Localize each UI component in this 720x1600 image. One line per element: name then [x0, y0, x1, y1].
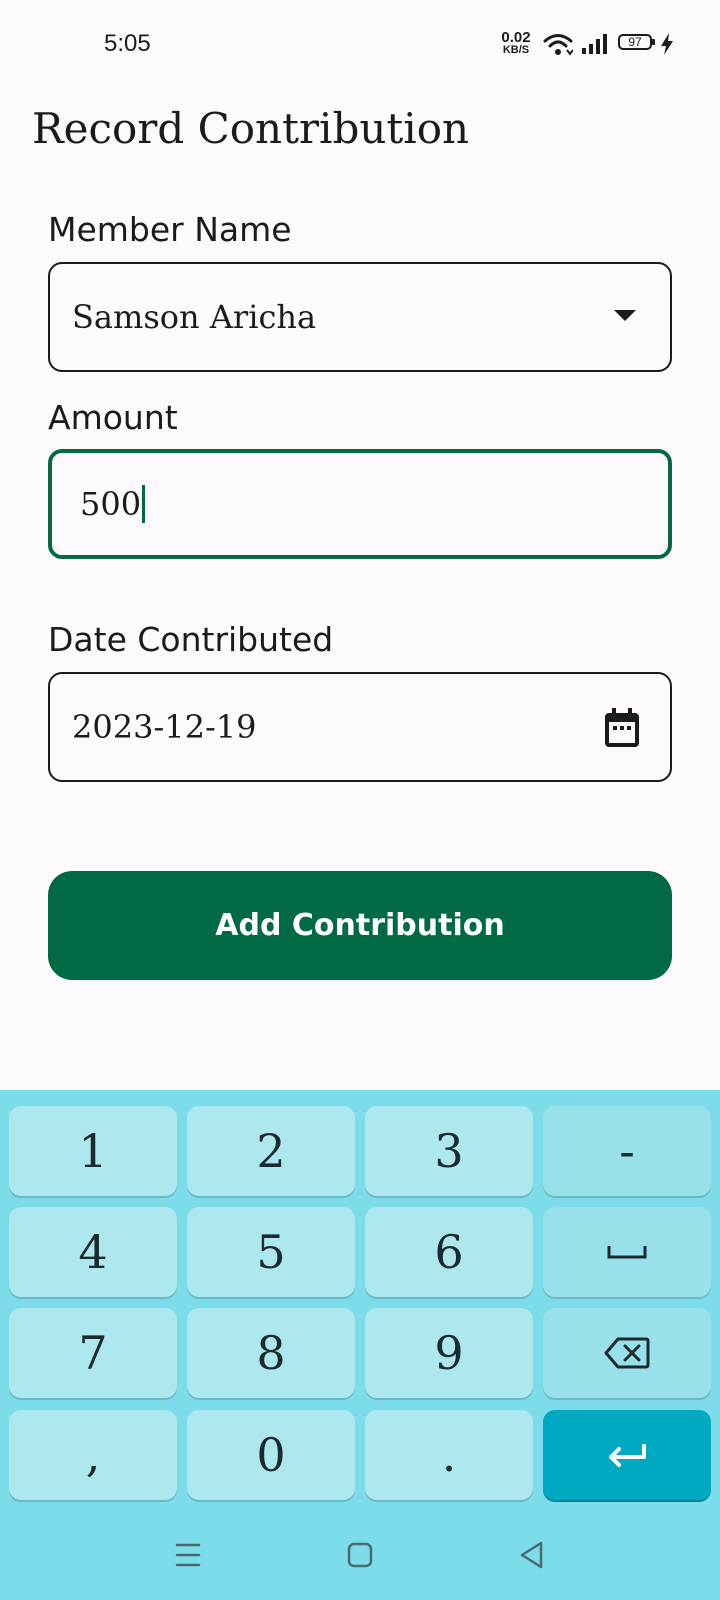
- date-contributed-label: Date Contributed: [48, 620, 334, 659]
- home-icon[interactable]: [340, 1535, 380, 1575]
- battery-tip: [652, 39, 655, 45]
- key-1[interactable]: 1: [9, 1106, 177, 1196]
- key-6[interactable]: 6: [365, 1207, 533, 1297]
- date-value: 2023-12-19: [72, 708, 257, 746]
- backspace-icon: [604, 1337, 650, 1369]
- key-comma[interactable]: ,: [9, 1410, 177, 1500]
- key-7[interactable]: 7: [9, 1308, 177, 1398]
- key-3[interactable]: 3: [365, 1106, 533, 1196]
- page-title: Record Contribution: [32, 104, 470, 153]
- battery-icon: 97: [618, 34, 658, 52]
- dropdown-arrow-icon: [614, 310, 636, 321]
- amount-value: 500: [80, 453, 146, 555]
- member-name-dropdown[interactable]: Samson Aricha: [48, 262, 672, 372]
- network-speed-value: 0.02: [501, 29, 531, 46]
- key-2[interactable]: 2: [187, 1106, 355, 1196]
- key-period[interactable]: .: [365, 1410, 533, 1500]
- signal-icon: [582, 34, 607, 54]
- key-8[interactable]: 8: [187, 1308, 355, 1398]
- enter-icon: [609, 1444, 646, 1467]
- amount-text: 500: [80, 485, 142, 523]
- key-5[interactable]: 5: [187, 1207, 355, 1297]
- text-cursor: [142, 485, 146, 523]
- network-speed-unit: KB/S: [502, 44, 530, 56]
- back-icon[interactable]: [512, 1535, 552, 1575]
- key-enter[interactable]: [543, 1410, 711, 1500]
- key-minus[interactable]: -: [543, 1106, 711, 1196]
- key-9[interactable]: 9: [365, 1308, 533, 1398]
- member-name-value: Samson Aricha: [72, 298, 317, 336]
- calendar-icon[interactable]: [604, 708, 640, 748]
- key-backspace[interactable]: [543, 1308, 711, 1398]
- network-speed: 0.02 KB/S: [498, 29, 534, 57]
- status-bar: 5:05 0.02 KB/S 97: [0, 0, 720, 90]
- member-name-label: Member Name: [48, 210, 292, 249]
- key-0[interactable]: 0: [187, 1410, 355, 1500]
- charging-icon: [661, 33, 673, 55]
- date-contributed-field[interactable]: 2023-12-19: [48, 672, 672, 782]
- screen: 5:05 0.02 KB/S 97 Record Contribution Me…: [0, 0, 720, 1600]
- system-nav-bar: [0, 1510, 720, 1600]
- menu-icon[interactable]: [168, 1535, 208, 1575]
- status-time: 5:05: [104, 30, 151, 57]
- amount-label: Amount: [48, 398, 178, 437]
- amount-input[interactable]: 500: [48, 449, 672, 559]
- space-icon: [607, 1246, 647, 1259]
- key-4[interactable]: 4: [9, 1207, 177, 1297]
- add-contribution-button[interactable]: Add Contribution: [48, 871, 672, 980]
- key-space[interactable]: [543, 1207, 711, 1297]
- wifi-icon: [543, 34, 573, 56]
- battery-level: 97: [618, 34, 652, 50]
